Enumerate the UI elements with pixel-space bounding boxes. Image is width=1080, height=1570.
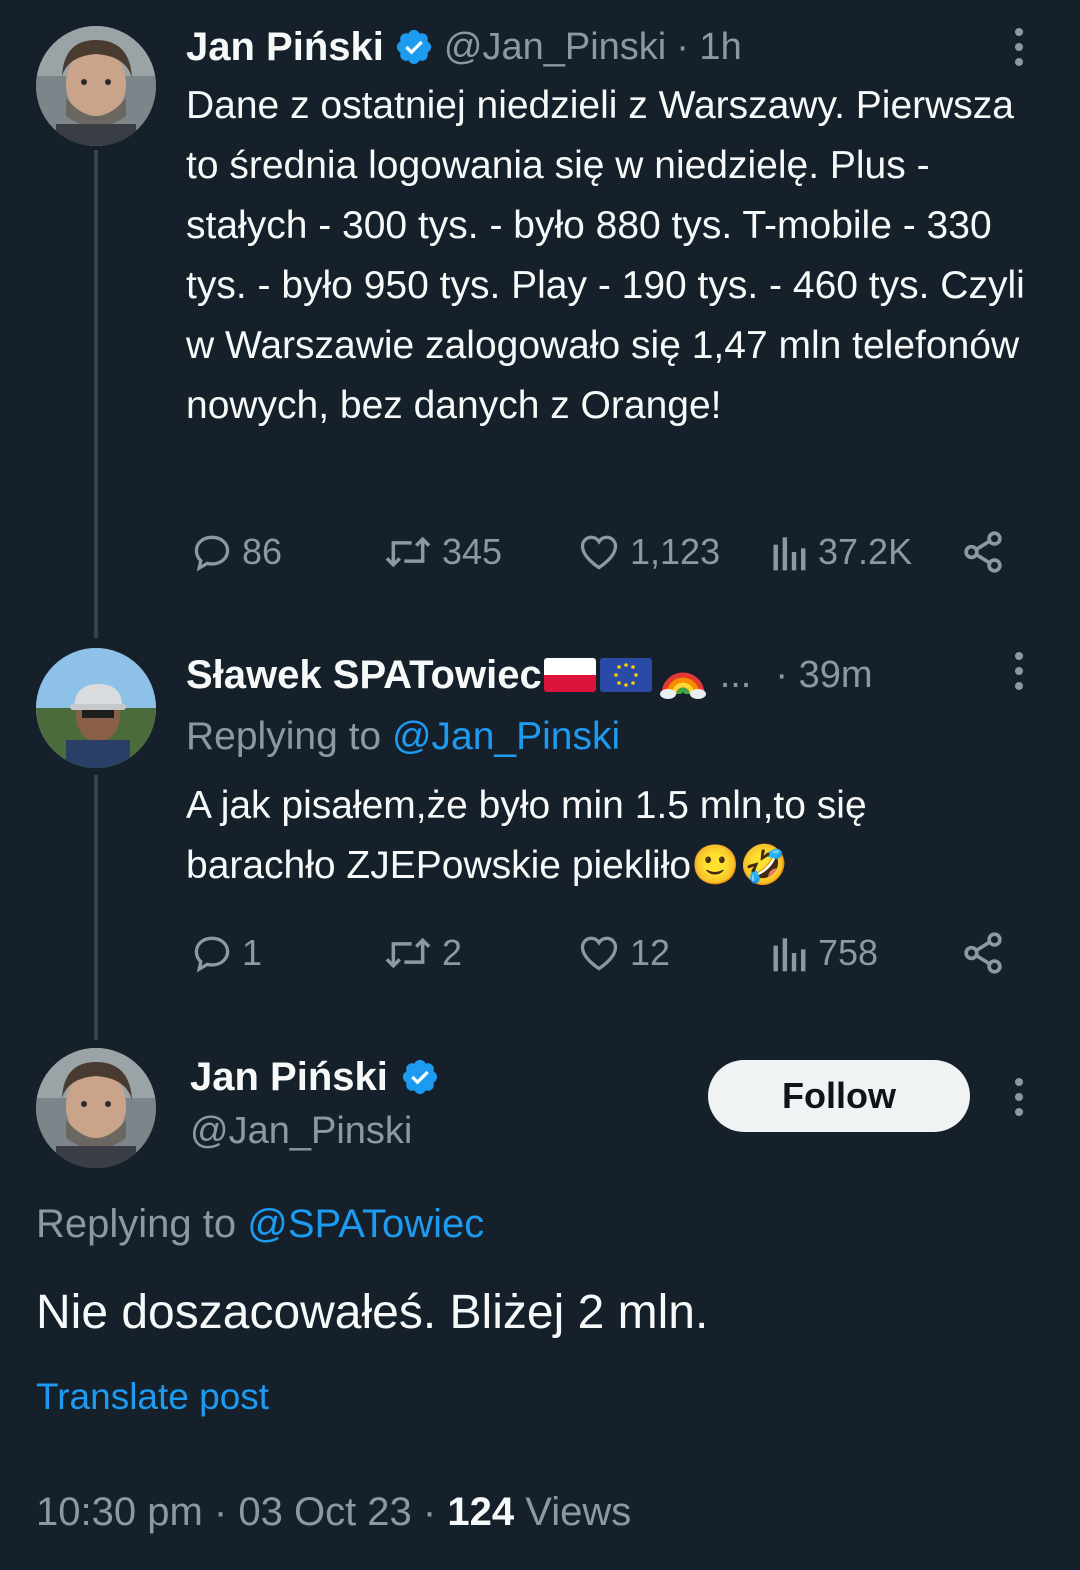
follow-button[interactable]: Follow <box>708 1060 970 1132</box>
like-count: 12 <box>630 932 671 973</box>
action-bar: 1 2 12 758 <box>190 923 1020 983</box>
reply-button[interactable]: 86 <box>190 522 282 582</box>
views-count: 124 <box>447 1490 515 1534</box>
repost-button[interactable]: 345 <box>382 522 502 582</box>
views-count: 758 <box>818 932 879 973</box>
replying-to-handle[interactable]: @SPATowiec <box>247 1202 484 1246</box>
repost-icon <box>385 536 431 568</box>
replying-to-label: Replying to <box>186 715 392 758</box>
more-options-icon[interactable] <box>1014 652 1024 690</box>
post-date[interactable]: 03 Oct 23 <box>238 1490 411 1534</box>
post-text: Nie doszacowałeś. Bliżej 2 mln. <box>36 1286 709 1339</box>
like-button[interactable]: 1,123 <box>576 522 720 582</box>
replying-to-label: Replying to <box>36 1202 248 1246</box>
poland-flag-icon <box>543 658 596 692</box>
verified-badge-icon <box>402 1059 437 1095</box>
share-button[interactable] <box>960 522 1006 582</box>
name-truncation: ... <box>719 653 752 696</box>
replying-to: Replying to @Jan_Pinski <box>186 710 620 764</box>
share-icon <box>964 932 1002 974</box>
reply-count: 86 <box>242 531 283 572</box>
views-icon <box>773 537 806 571</box>
rainbow-icon <box>658 650 708 700</box>
like-count: 1,123 <box>630 531 721 572</box>
repost-count: 2 <box>442 932 463 973</box>
post-metadata: 10:30 pm · 03 Oct 23 · 124 Views <box>36 1484 631 1540</box>
views-label: Views <box>525 1490 632 1534</box>
author-handle[interactable]: @Jan_Pinski <box>444 26 666 69</box>
reply-button[interactable]: 1 <box>190 923 262 983</box>
more-options-icon[interactable] <box>1014 1078 1024 1116</box>
avatar[interactable] <box>36 1048 156 1168</box>
thread-line <box>94 150 98 638</box>
share-button[interactable] <box>960 923 1006 983</box>
repost-icon <box>385 937 431 969</box>
separator: · <box>213 1490 228 1534</box>
author-name[interactable]: Sławek SPATowiec <box>186 653 542 698</box>
avatar[interactable] <box>36 648 156 768</box>
author-name[interactable]: Jan Piński <box>186 25 384 70</box>
author-name[interactable]: Jan Piński <box>190 1055 388 1100</box>
reply-icon <box>194 535 230 572</box>
heart-icon <box>580 535 618 570</box>
views-button[interactable]: 37.2K <box>770 522 912 582</box>
more-options-icon[interactable] <box>1014 28 1024 66</box>
separator: · <box>422 1490 437 1534</box>
reply-count: 1 <box>242 932 263 973</box>
like-button[interactable]: 12 <box>576 923 670 983</box>
verified-badge-icon <box>396 29 431 65</box>
replying-to-handle[interactable]: @Jan_Pinski <box>392 715 620 758</box>
post-text: A jak pisałem,że było min 1.5 mln,to się… <box>186 784 867 887</box>
replying-to: Replying to @SPATowiec <box>36 1196 484 1252</box>
post-text: Dane z ostatniej niedzieli z Warszawy. P… <box>186 84 1025 427</box>
reply-icon <box>194 936 230 973</box>
views-icon <box>773 938 806 972</box>
thread-line <box>94 775 98 1040</box>
eu-flag-icon <box>599 658 652 692</box>
post-time[interactable]: · 1h <box>676 26 741 69</box>
repost-count: 345 <box>442 531 503 572</box>
heart-icon <box>580 936 618 971</box>
translate-post-link[interactable]: Translate post <box>36 1372 269 1422</box>
views-button[interactable]: 758 <box>770 923 878 983</box>
action-bar: 86 345 1,123 37.2K <box>190 522 1020 582</box>
repost-button[interactable]: 2 <box>382 923 462 983</box>
post-timestamp[interactable]: 10:30 pm <box>36 1490 203 1534</box>
views-count: 37.2K <box>818 531 913 572</box>
avatar[interactable] <box>36 26 156 146</box>
share-icon <box>964 531 1002 573</box>
author-handle[interactable]: @Jan_Pinski <box>190 1106 412 1156</box>
post-time[interactable]: · 39m <box>775 654 872 697</box>
